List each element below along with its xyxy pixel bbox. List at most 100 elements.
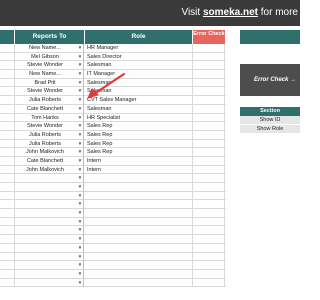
role-cell[interactable]: Sales Rep (85, 130, 193, 140)
chevron-down-icon[interactable]: ▼ (76, 87, 84, 96)
role-cell[interactable]: IT Manager (85, 70, 193, 79)
role-cell[interactable]: Sales Rep (85, 148, 193, 157)
role-cell[interactable]: HR Manager (85, 44, 193, 53)
chevron-down-icon[interactable]: ▼ (76, 183, 84, 192)
row-blank-cell (0, 156, 15, 166)
role-cell[interactable] (85, 191, 193, 201)
role-cell[interactable]: CVT Sales Manager (85, 96, 193, 105)
chevron-down-icon[interactable]: ▼ (76, 157, 84, 166)
role-cell[interactable]: Salesman (85, 104, 193, 114)
role-cell[interactable] (85, 261, 193, 270)
role-cell[interactable]: Sales Rep (85, 139, 193, 149)
banner-link[interactable]: someka.net (203, 7, 258, 18)
reports-to-cell[interactable]: New Name... (15, 44, 84, 53)
chevron-down-icon[interactable]: ▼ (76, 244, 84, 253)
reports-to-cell[interactable]: Stevie Wonder (15, 122, 84, 131)
reports-to-cell[interactable] (15, 191, 84, 201)
reports-to-cell[interactable] (15, 269, 84, 279)
chevron-down-icon[interactable]: ▼ (76, 148, 84, 157)
chevron-down-icon[interactable]: ▼ (76, 270, 84, 279)
role-cell[interactable]: Salesman (85, 78, 193, 88)
chevron-down-icon[interactable]: ▼ (76, 218, 84, 227)
reports-to-cell[interactable] (15, 200, 84, 210)
role-cell[interactable] (85, 252, 193, 262)
reports-to-cell[interactable]: John Malkovich (15, 148, 84, 157)
reports-to-cell[interactable] (15, 252, 84, 262)
chevron-down-icon[interactable]: ▼ (76, 44, 84, 53)
reports-to-cell[interactable] (15, 235, 84, 244)
role-cell[interactable] (85, 174, 193, 183)
chevron-down-icon[interactable]: ▼ (76, 200, 84, 209)
chevron-down-icon[interactable]: ▼ (76, 131, 84, 140)
reports-to-cell[interactable]: Stevie Wonder (15, 87, 84, 97)
chevron-down-icon[interactable]: ▼ (76, 174, 84, 183)
role-cell[interactable]: Intern (85, 156, 193, 166)
row-blank-cell (0, 252, 15, 262)
row-blank-cell (0, 209, 15, 218)
chevron-down-icon[interactable]: ▼ (76, 70, 84, 79)
reports-to-cell[interactable]: Cate Blanchett (15, 104, 84, 114)
reports-to-cell[interactable] (15, 174, 84, 183)
chevron-down-icon[interactable]: ▼ (76, 209, 84, 218)
chevron-down-icon[interactable]: ▼ (76, 226, 84, 235)
error-check-button[interactable]: Error Check → (240, 64, 300, 96)
role-cell[interactable] (85, 235, 193, 244)
chevron-down-icon[interactable]: ▼ (76, 96, 84, 105)
reports-to-cell[interactable] (15, 243, 84, 253)
table-row: ▼ (0, 226, 226, 236)
reports-to-cell[interactable]: Julia Roberts (15, 139, 84, 149)
banner-text[interactable]: Visit someka.net for more (181, 7, 298, 18)
reports-to-cell[interactable]: Mel Gibson (15, 52, 84, 62)
reports-to-cell[interactable] (15, 226, 84, 236)
row-blank-cell (0, 52, 15, 62)
role-cell[interactable] (85, 269, 193, 279)
chevron-down-icon[interactable]: ▼ (76, 122, 84, 131)
reports-to-cell[interactable]: Stevie Wonder (15, 61, 84, 71)
reports-to-cell[interactable]: Cate Blanchett (15, 156, 84, 166)
show-role-button[interactable]: Show Role (240, 125, 300, 134)
reports-to-cell[interactable] (15, 261, 84, 270)
row-blank-cell (0, 269, 15, 279)
role-cell[interactable]: Salesman (85, 61, 193, 71)
chevron-down-icon[interactable]: ▼ (76, 261, 84, 270)
reports-to-cell[interactable] (15, 209, 84, 218)
role-cell[interactable] (85, 243, 193, 253)
error-check-cell (193, 243, 225, 253)
chevron-down-icon[interactable]: ▼ (76, 235, 84, 244)
role-cell[interactable]: Sales Rep (85, 122, 193, 131)
reports-to-cell[interactable]: Julia Roberts (15, 96, 84, 105)
reports-to-cell[interactable]: Tom Hanks (15, 113, 84, 123)
reports-to-cell[interactable]: John Malkovich (15, 165, 84, 175)
chevron-down-icon[interactable]: ▼ (76, 253, 84, 262)
role-cell[interactable] (85, 226, 193, 236)
chevron-down-icon[interactable]: ▼ (76, 114, 84, 123)
role-cell[interactable]: HR Specialist (85, 113, 193, 123)
reports-to-cell[interactable]: Julia Roberts (15, 130, 84, 140)
chevron-down-icon[interactable]: ▼ (76, 140, 84, 149)
reports-to-cell[interactable] (15, 183, 84, 192)
row-blank-cell (0, 113, 15, 123)
chevron-down-icon[interactable]: ▼ (76, 53, 84, 62)
chevron-down-icon[interactable]: ▼ (76, 279, 84, 288)
reports-to-cell[interactable]: New Name... (15, 70, 84, 79)
role-cell[interactable] (85, 200, 193, 210)
role-cell[interactable] (85, 278, 193, 288)
role-cell[interactable]: Intern (85, 165, 193, 175)
reports-to-cell[interactable]: Brad Pitt (15, 78, 84, 88)
reports-to-cell[interactable] (15, 217, 84, 227)
chevron-down-icon[interactable]: ▼ (76, 192, 84, 201)
role-cell[interactable]: Salesman (85, 87, 193, 97)
role-cell[interactable] (85, 209, 193, 218)
chevron-down-icon[interactable]: ▼ (76, 79, 84, 88)
row-blank-cell (0, 165, 15, 175)
error-check-cell (193, 217, 225, 227)
error-check-cell (193, 183, 225, 192)
chevron-down-icon[interactable]: ▼ (76, 61, 84, 70)
reports-to-cell[interactable] (15, 278, 84, 288)
chevron-down-icon[interactable]: ▼ (76, 166, 84, 175)
show-id-button[interactable]: Show ID (240, 116, 300, 125)
role-cell[interactable] (85, 217, 193, 227)
chevron-down-icon[interactable]: ▼ (76, 105, 84, 114)
role-cell[interactable]: Sales Director (85, 52, 193, 62)
role-cell[interactable] (85, 183, 193, 192)
